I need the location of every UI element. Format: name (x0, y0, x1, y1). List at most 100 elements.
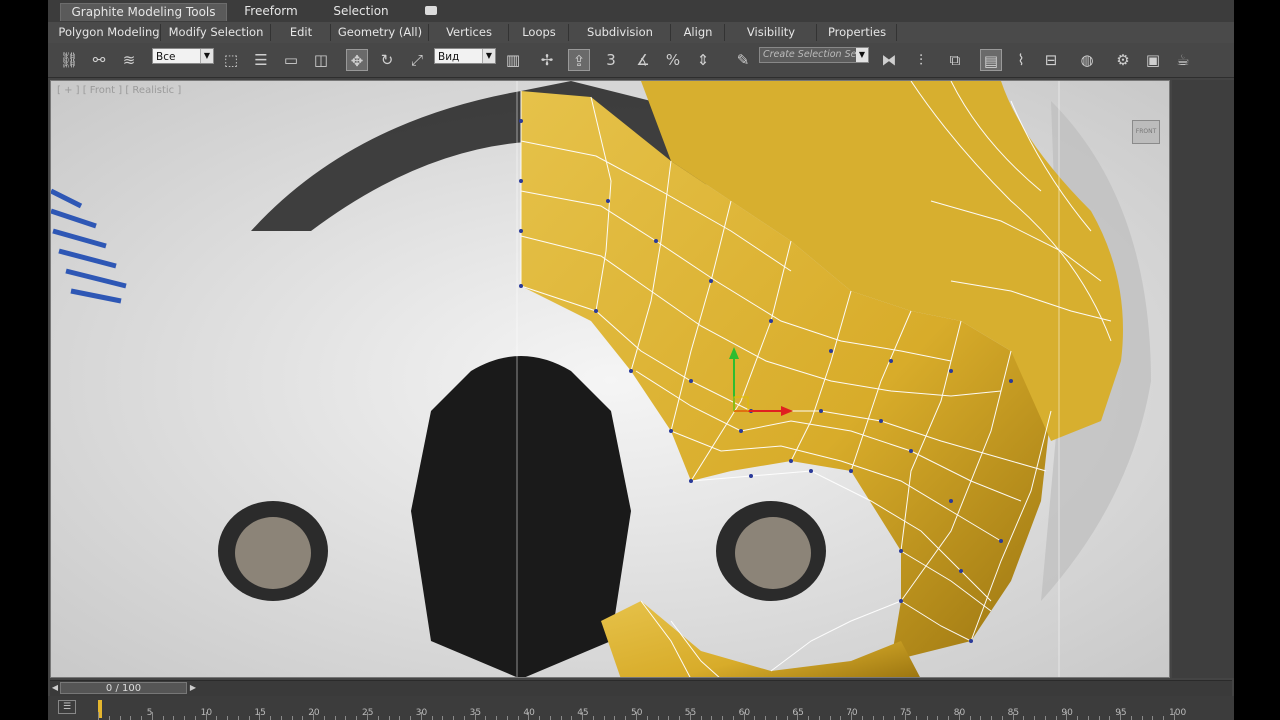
tab-freeform[interactable]: Freeform (236, 3, 306, 20)
named-selection-set-value: Create Selection Se (763, 49, 857, 60)
track-tick (399, 716, 401, 720)
track-tick (991, 716, 993, 720)
track-tick-label: 15 (254, 708, 266, 718)
panel-loops[interactable]: Loops (510, 24, 569, 41)
track-tick (1087, 716, 1089, 720)
front-viewport[interactable]: [ + ] [ Front ] [ Realistic ] FRONT (50, 80, 1170, 678)
reference-coord-value: Вид (438, 51, 460, 63)
ribbon-minimize-icon[interactable] (425, 6, 437, 15)
track-tick (248, 716, 250, 720)
angle-snap-icon[interactable]: ∡ (632, 49, 654, 71)
left-grill-icon (235, 517, 311, 589)
track-tick (926, 716, 928, 720)
chevron-left-icon[interactable]: ◀ (50, 682, 60, 694)
track-tick (1001, 716, 1003, 720)
track-tick-label: 45 (577, 708, 589, 718)
panel-polygon-modeling[interactable]: Polygon Modeling (58, 24, 161, 41)
track-tick (141, 716, 143, 720)
time-slider[interactable]: ◀ 0 / 100 ▶ (50, 680, 1232, 696)
track-bar[interactable]: ☰ 5 10 15 20 25 30 35 40 45 50 55 60 65 70 75 80 85 90 95 1… (48, 696, 1234, 720)
window-crossing-icon[interactable]: ◫ (310, 49, 332, 71)
track-tick-label: 70 (846, 708, 858, 718)
bind-spacewarp-icon[interactable]: ≋ (118, 49, 140, 71)
mirror-icon[interactable]: ⧓ (878, 49, 900, 71)
pivot-center-icon[interactable]: ▥ (502, 49, 524, 71)
track-tick (1141, 716, 1143, 720)
track-tick (302, 716, 304, 720)
main-toolbar: ⛓ ⚯ ≋ Все ▼ ⬚ ☰ ▭ ◫ ✥ ↻ ⤢ Вид ▼ ▥ ✢ ⇪ 3 … (48, 43, 1234, 78)
track-tick (560, 716, 562, 720)
select-move-icon[interactable]: ✥ (346, 49, 368, 71)
selection-filter-value: Все (156, 51, 176, 63)
track-tick (227, 716, 229, 720)
layer-manager-icon[interactable]: ⧉ (944, 49, 966, 71)
track-tick (345, 716, 347, 720)
track-tick (453, 716, 455, 720)
track-tick-label: 5 (146, 708, 153, 718)
panel-modify-selection[interactable]: Modify Selection (162, 24, 271, 41)
select-scale-icon[interactable]: ⤢ (406, 49, 428, 71)
chevron-right-icon[interactable]: ▶ (188, 682, 198, 694)
panel-geometry-all[interactable]: Geometry (All) (332, 24, 429, 41)
track-tick (775, 716, 777, 720)
snaps-toggle-icon[interactable]: 3 (600, 49, 622, 71)
reference-coord-dropdown[interactable]: Вид ▼ (434, 48, 496, 64)
rect-region-icon[interactable]: ▭ (280, 49, 302, 71)
track-tick (216, 716, 218, 720)
panel-visibility[interactable]: Visibility (726, 24, 817, 41)
track-tick (388, 716, 390, 720)
graphite-toggle-icon[interactable]: ▤ (980, 49, 1002, 71)
edit-named-sets-icon[interactable]: ✎ (732, 49, 754, 71)
track-tick (980, 716, 982, 720)
track-tick (646, 716, 648, 720)
track-tick (1130, 716, 1132, 720)
named-selection-set-dropdown[interactable]: Create Selection Se ▼ (759, 47, 869, 63)
panel-edit[interactable]: Edit (272, 24, 331, 41)
track-tick (323, 716, 325, 720)
track-tick (861, 716, 863, 720)
select-link-icon[interactable]: ⛓ (58, 49, 80, 71)
main-area: Graphite Modeling Tools Freeform Selecti… (48, 0, 1234, 720)
tab-graphite-modeling-tools[interactable]: Graphite Modeling Tools (60, 3, 227, 21)
time-slider-handle[interactable]: 0 / 100 (60, 682, 187, 694)
render-frame-icon[interactable]: ▣ (1142, 49, 1164, 71)
select-rotate-icon[interactable]: ↻ (376, 49, 398, 71)
track-tick (1023, 716, 1025, 720)
schematic-view-icon[interactable]: ⊟ (1040, 49, 1062, 71)
keyboard-shortcut-icon[interactable]: ⇪ (568, 49, 590, 71)
track-tick-label: 85 (1007, 708, 1020, 718)
panel-vertices[interactable]: Vertices (430, 24, 509, 41)
track-tick (829, 716, 831, 720)
tab-selection[interactable]: Selection (326, 3, 396, 20)
panel-properties[interactable]: Properties (818, 24, 897, 41)
panel-align[interactable]: Align (672, 24, 725, 41)
track-tick-label: 50 (631, 708, 643, 718)
viewcube-icon[interactable]: FRONT (1132, 120, 1160, 144)
track-tick (700, 716, 702, 720)
track-tick-label: 35 (469, 708, 482, 718)
track-tick-label: 80 (953, 708, 966, 718)
spinner-snap-icon[interactable]: ⇕ (692, 49, 714, 71)
track-tick (894, 716, 896, 720)
align-icon[interactable]: ⫶ (910, 49, 932, 71)
track-tick (1098, 716, 1100, 720)
track-bar-menu-icon[interactable]: ☰ (58, 700, 76, 714)
unlink-icon[interactable]: ⚯ (88, 49, 110, 71)
chevron-down-icon: ▼ (482, 49, 495, 63)
percent-snap-icon[interactable]: % (662, 49, 684, 71)
render-setup-icon[interactable]: ⚙ (1112, 49, 1134, 71)
track-tick-label: 65 (792, 708, 804, 718)
curve-editor-icon[interactable]: ⌇ (1010, 49, 1032, 71)
selection-filter-dropdown[interactable]: Все ▼ (152, 48, 214, 64)
track-tick (442, 716, 444, 720)
material-editor-icon[interactable]: ◍ (1076, 49, 1098, 71)
track-tick (786, 716, 788, 720)
panel-subdivision[interactable]: Subdivision (570, 24, 671, 41)
manipulate-icon[interactable]: ✢ (536, 49, 558, 71)
select-by-name-icon[interactable]: ☰ (250, 49, 272, 71)
track-tick-label: 20 (308, 708, 320, 718)
render-icon[interactable]: ☕ (1172, 49, 1194, 71)
track-tick (119, 716, 121, 720)
viewport-label[interactable]: [ + ] [ Front ] [ Realistic ] (57, 85, 181, 96)
select-object-icon[interactable]: ⬚ (220, 49, 242, 71)
